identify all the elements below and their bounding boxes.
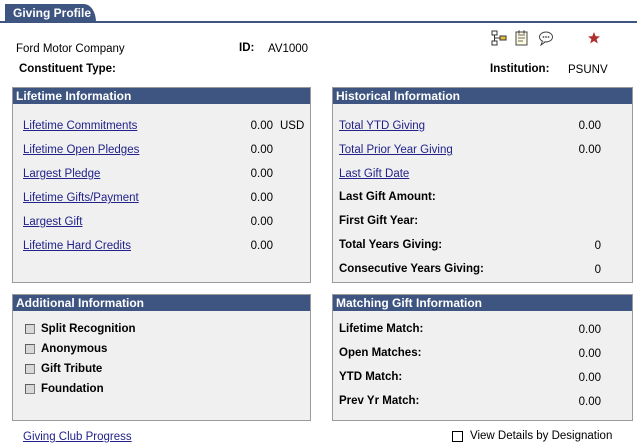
- tab-giving-profile[interactable]: Giving Profile: [5, 4, 96, 22]
- giving-club-progress-link[interactable]: Giving Club Progress: [23, 431, 132, 443]
- star-icon[interactable]: [587, 31, 603, 47]
- matching-gift-information-panel: Matching Gift Information Lifetime Match…: [332, 294, 633, 421]
- lifetime-match-label: Lifetime Match:: [339, 323, 424, 335]
- view-details-by-designation-label: View Details by Designation: [470, 430, 613, 442]
- consecutive-years-giving-value: 0: [594, 264, 601, 276]
- last-gift-date-link[interactable]: Last Gift Date: [339, 168, 409, 180]
- total-ytd-giving-link[interactable]: Total YTD Giving: [339, 120, 425, 132]
- gift-tribute-checkbox[interactable]: [25, 364, 35, 374]
- lifetime-hard-credits-value: 0.00: [250, 240, 273, 252]
- largest-gift-link[interactable]: Largest Gift: [23, 216, 82, 228]
- foundation-checkbox[interactable]: [25, 384, 35, 394]
- company-name: Ford Motor Company: [16, 43, 125, 55]
- split-recognition-checkbox[interactable]: [25, 324, 35, 334]
- split-recognition-label: Split Recognition: [41, 323, 136, 335]
- additional-information-panel: Additional Information Split Recognition…: [12, 294, 311, 421]
- open-matches-label: Open Matches:: [339, 347, 422, 359]
- lifetime-commitments-link[interactable]: Lifetime Commitments: [23, 120, 137, 132]
- open-matches-value: 0.00: [578, 348, 601, 360]
- diagram-icon[interactable]: [491, 30, 507, 46]
- foundation-label: Foundation: [41, 383, 104, 395]
- total-prior-year-giving-link[interactable]: Total Prior Year Giving: [339, 144, 453, 156]
- lifetime-commitments-value: 0.00: [250, 120, 273, 132]
- lifetime-gifts-payment-value: 0.00: [250, 192, 273, 204]
- id-value: AV1000: [268, 43, 309, 55]
- gift-tribute-label: Gift Tribute: [41, 363, 103, 375]
- largest-gift-value: 0.00: [250, 216, 273, 228]
- largest-pledge-link[interactable]: Largest Pledge: [23, 168, 100, 180]
- matching-gift-information-title: Matching Gift Information: [333, 295, 632, 311]
- view-details-by-designation-checkbox[interactable]: [452, 431, 463, 442]
- lifetime-information-panel: Lifetime Information Lifetime Commitment…: [12, 87, 311, 283]
- total-prior-year-giving-value: 0.00: [578, 144, 601, 156]
- lifetime-open-pledges-link[interactable]: Lifetime Open Pledges: [23, 144, 139, 156]
- lifetime-commitments-currency: USD: [280, 120, 305, 132]
- id-label: ID:: [239, 42, 255, 54]
- constituent-type-label: Constituent Type:: [19, 63, 116, 75]
- total-years-giving-label: Total Years Giving:: [339, 239, 443, 251]
- lifetime-information-title: Lifetime Information: [13, 88, 310, 104]
- historical-information-panel: Historical Information Total YTD Giving …: [332, 87, 633, 283]
- historical-information-title: Historical Information: [333, 88, 632, 104]
- lifetime-open-pledges-value: 0.00: [250, 144, 273, 156]
- lifetime-gifts-payment-link[interactable]: Lifetime Gifts/Payment: [23, 192, 139, 204]
- last-gift-amount-label: Last Gift Amount:: [339, 191, 436, 203]
- notepad-icon[interactable]: [514, 30, 530, 46]
- consecutive-years-giving-label: Consecutive Years Giving:: [339, 263, 484, 275]
- prev-yr-match-label: Prev Yr Match:: [339, 395, 420, 407]
- anonymous-label: Anonymous: [41, 343, 108, 355]
- largest-pledge-value: 0.00: [250, 168, 273, 180]
- comment-icon[interactable]: [538, 30, 554, 47]
- institution-value: PSUNV: [568, 64, 608, 76]
- tab-underline: [0, 21, 637, 23]
- ytd-match-value: 0.00: [578, 372, 601, 384]
- total-ytd-giving-value: 0.00: [578, 120, 601, 132]
- ytd-match-label: YTD Match:: [339, 371, 403, 383]
- institution-label: Institution:: [490, 63, 550, 75]
- anonymous-checkbox[interactable]: [25, 344, 35, 354]
- prev-yr-match-value: 0.00: [578, 396, 601, 408]
- first-gift-year-label: First Gift Year:: [339, 215, 419, 227]
- total-years-giving-value: 0: [594, 240, 601, 252]
- lifetime-hard-credits-link[interactable]: Lifetime Hard Credits: [23, 240, 131, 252]
- lifetime-match-value: 0.00: [578, 324, 601, 336]
- additional-information-title: Additional Information: [13, 295, 310, 311]
